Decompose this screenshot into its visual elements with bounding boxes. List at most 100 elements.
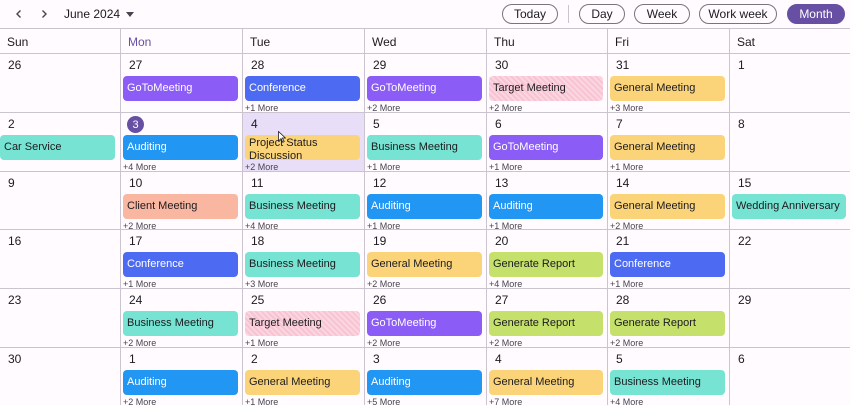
day-cell[interactable]: 11 Business Meeting +4 More [242, 172, 364, 231]
more-appointments-link[interactable]: +7 More [489, 397, 522, 405]
date-number[interactable]: 7 [616, 117, 623, 131]
day-cell[interactable]: 7 General Meeting +1 More [607, 113, 729, 172]
day-cell[interactable]: 2 Car Service [0, 113, 120, 171]
appointment[interactable]: Business Meeting [245, 194, 360, 219]
appointment[interactable]: Conference [610, 252, 725, 277]
date-number[interactable]: 1 [129, 352, 136, 366]
date-number[interactable]: 30 [495, 58, 508, 72]
appointment[interactable]: Wedding Anniversary [732, 194, 846, 219]
appointment[interactable]: Business Meeting [367, 135, 482, 160]
appointment[interactable]: Generate Report [610, 311, 725, 336]
day-cell[interactable]: 4 General Meeting +7 More [486, 348, 607, 405]
more-appointments-link[interactable]: +4 More [610, 397, 643, 405]
day-cell[interactable]: 15 Wedding Anniversary [729, 172, 850, 229]
appointment[interactable]: Auditing [489, 194, 603, 219]
appointment[interactable]: Auditing [123, 370, 238, 395]
date-number[interactable]: 31 [616, 58, 629, 72]
day-cell[interactable]: 21 Conference +1 More [607, 230, 729, 289]
appointment[interactable]: Generate Report [489, 252, 603, 277]
appointment[interactable]: Car Service [0, 135, 115, 160]
date-number[interactable]: 20 [495, 234, 508, 248]
date-number[interactable]: 1 [738, 58, 745, 72]
date-number[interactable]: 19 [373, 234, 386, 248]
appointment[interactable]: Target Meeting [245, 311, 360, 336]
date-number[interactable]: 2 [8, 117, 15, 131]
day-cell[interactable]: 18 Business Meeting +3 More [242, 230, 364, 289]
work-week-view-button[interactable]: Work week [699, 4, 777, 24]
appointment[interactable]: Auditing [123, 135, 238, 160]
date-number[interactable]: 30 [8, 352, 21, 366]
appointment[interactable]: Generate Report [489, 311, 603, 336]
day-cell[interactable]: 17 Conference +1 More [120, 230, 242, 289]
appointment[interactable]: GoToMeeting [489, 135, 603, 160]
previous-month-button[interactable] [10, 5, 28, 23]
day-cell[interactable]: 28 Generate Report +2 More [607, 289, 729, 348]
appointment[interactable]: Client Meeting [123, 194, 238, 219]
appointment[interactable]: Conference [245, 76, 360, 101]
date-number[interactable]: 23 [8, 293, 21, 307]
day-cell[interactable]: 31 General Meeting +3 More [607, 54, 729, 113]
day-cell[interactable]: 29 GoToMeeting +2 More [364, 54, 486, 113]
day-cell[interactable]: 1 [729, 54, 850, 112]
date-number[interactable]: 21 [616, 234, 629, 248]
appointment[interactable]: General Meeting [610, 135, 725, 160]
today-button[interactable]: Today [502, 4, 558, 24]
next-month-button[interactable] [35, 5, 53, 23]
date-number[interactable]: 26 [8, 58, 21, 72]
day-cell[interactable]: 19 General Meeting +2 More [364, 230, 486, 289]
day-cell[interactable]: 30 Target Meeting +2 More [486, 54, 607, 113]
date-number[interactable]: 4 [495, 352, 502, 366]
date-number[interactable]: 8 [738, 117, 745, 131]
appointment[interactable]: GoToMeeting [367, 76, 482, 101]
date-number[interactable]: 15 [738, 176, 751, 190]
more-appointments-link[interactable]: +1 More [245, 397, 278, 405]
appointment[interactable]: Target Meeting [489, 76, 603, 101]
date-number[interactable]: 6 [738, 352, 745, 366]
day-cell[interactable]: 13 Auditing +1 More [486, 172, 607, 231]
day-cell[interactable]: 14 General Meeting +2 More [607, 172, 729, 231]
day-cell[interactable]: 5 Business Meeting +4 More [607, 348, 729, 405]
date-number[interactable]: 10 [129, 176, 142, 190]
appointment[interactable]: Business Meeting [245, 252, 360, 277]
date-number[interactable]: 5 [373, 117, 380, 131]
date-number[interactable]: 5 [616, 352, 623, 366]
month-picker[interactable]: June 2024 [64, 5, 135, 23]
day-cell[interactable]: 16 [0, 230, 120, 288]
appointment[interactable]: Business Meeting [123, 311, 238, 336]
day-cell[interactable]: 4 Project Status Discussion +2 More [242, 113, 364, 172]
date-number[interactable]: 11 [251, 176, 263, 190]
date-number[interactable]: 27 [129, 58, 142, 72]
day-cell[interactable]: 23 [0, 289, 120, 347]
appointment[interactable]: Auditing [367, 194, 482, 219]
day-cell[interactable]: 25 Target Meeting +1 More [242, 289, 364, 348]
day-view-button[interactable]: Day [579, 4, 625, 24]
date-number[interactable]: 29 [738, 293, 751, 307]
day-cell[interactable]: 6 GoToMeeting +1 More [486, 113, 607, 172]
day-cell[interactable]: 3 Auditing +4 More [120, 113, 242, 172]
day-cell[interactable]: 1 Auditing +2 More [120, 348, 242, 405]
appointment[interactable]: Project Status Discussion [245, 135, 360, 160]
date-number[interactable]: 25 [251, 293, 264, 307]
day-cell[interactable]: 24 Business Meeting +2 More [120, 289, 242, 348]
date-number[interactable]: 6 [495, 117, 502, 131]
date-number[interactable]: 27 [495, 293, 508, 307]
date-number[interactable]: 26 [373, 293, 386, 307]
day-cell[interactable]: 28 Conference +1 More [242, 54, 364, 113]
appointment[interactable]: General Meeting [610, 76, 725, 101]
appointment[interactable]: GoToMeeting [367, 311, 482, 336]
day-cell[interactable]: 27 Generate Report +2 More [486, 289, 607, 348]
appointment[interactable]: GoToMeeting [123, 76, 238, 101]
day-cell[interactable]: 27 GoToMeeting [120, 54, 242, 112]
date-number[interactable]: 14 [616, 176, 629, 190]
date-number[interactable]: 12 [373, 176, 386, 190]
appointment[interactable]: Auditing [367, 370, 482, 395]
appointment[interactable]: Conference [123, 252, 238, 277]
day-cell[interactable]: 26 [0, 54, 120, 112]
date-number[interactable]: 17 [129, 234, 142, 248]
day-cell[interactable]: 12 Auditing +1 More [364, 172, 486, 231]
more-appointments-link[interactable]: +2 More [123, 397, 156, 405]
date-number[interactable]: 28 [616, 293, 629, 307]
appointment[interactable]: General Meeting [489, 370, 603, 395]
day-cell[interactable]: 9 [0, 172, 120, 229]
day-cell[interactable]: 6 [729, 348, 850, 405]
